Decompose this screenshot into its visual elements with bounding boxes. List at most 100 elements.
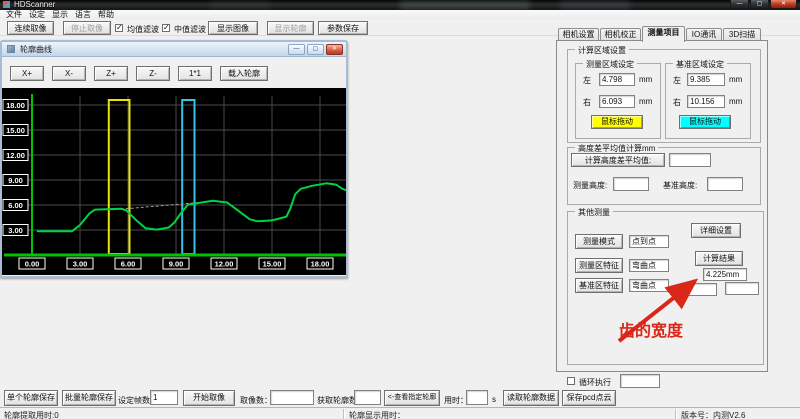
menu-help[interactable]: 帮助 <box>96 10 116 19</box>
view-specified-profile-button[interactable]: <-查看指定轮廓 <box>384 390 440 406</box>
profile-count-label: 获取轮廓数 <box>317 396 357 405</box>
profile-close-button[interactable]: ✕ <box>326 44 343 55</box>
measure-right-unit: mm <box>639 97 653 106</box>
reference-right-input[interactable] <box>687 95 725 108</box>
other-measure-group-title: 其他测量 <box>575 207 613 218</box>
frame-count-input[interactable] <box>150 390 178 405</box>
svg-text:18.00: 18.00 <box>311 260 330 269</box>
reference-left-input[interactable] <box>687 73 725 86</box>
capture-count-label: 取像数： <box>240 396 272 405</box>
svg-text:3.00: 3.00 <box>8 226 23 235</box>
measure-items-page: 计算区域设置 测量区域设定 左 mm 右 mm 鼠标拖动 基准区域设定 左 mm… <box>556 40 768 372</box>
svg-text:15.00: 15.00 <box>6 126 25 135</box>
maximize-button[interactable]: ▢ <box>750 0 769 9</box>
measure-drag-button[interactable]: 鼠标拖动 <box>591 115 643 129</box>
detail-settings-button[interactable]: 详细设置 <box>691 223 741 238</box>
measure-right-input[interactable] <box>599 95 635 108</box>
save-single-profile-button[interactable]: 单个轮廓保存 <box>4 390 58 406</box>
menu-bar: 文件 设定 显示 语言 帮助 <box>0 10 800 19</box>
save-params-button[interactable]: 参数保存 <box>318 21 368 35</box>
profile-count-field[interactable] <box>354 390 381 405</box>
x-plus-button[interactable]: X+ <box>10 66 44 81</box>
measure-region-group-title: 测量区域设定 <box>583 59 637 70</box>
menu-settings[interactable]: 设定 <box>27 10 47 19</box>
reference-drag-button[interactable]: 鼠标拖动 <box>679 115 731 129</box>
x-minus-button[interactable]: X- <box>52 66 86 81</box>
profile-curve-window: 轮廓曲线 — ▢ ✕ X+ X- Z+ Z- 1*1 载入轮廓 3.00 6.00… <box>0 40 348 278</box>
read-profile-data-button[interactable]: 读取轮廓数据 <box>503 390 559 406</box>
profile-window-titlebar[interactable]: 轮廓曲线 — ▢ ✕ <box>2 42 346 57</box>
start-capture-button[interactable]: 开始取像 <box>183 390 235 406</box>
status-version: 版本号：内测V2.6 <box>681 411 746 419</box>
status-display-time: 轮廓显示用时： <box>349 411 405 419</box>
svg-text:3.00: 3.00 <box>73 260 88 269</box>
reference-region-group-title: 基准区域设定 <box>673 59 727 70</box>
status-bar: 轮廓提取用时:0 轮廓显示用时： 版本号：内测V2.6 <box>0 407 800 419</box>
measure-height-field[interactable] <box>613 177 649 191</box>
load-profile-button[interactable]: 载入轮廓 <box>220 66 268 81</box>
measure-mode-button[interactable]: 测量模式 <box>575 234 623 249</box>
status-separator <box>343 409 344 419</box>
z-minus-button[interactable]: Z- <box>136 66 170 81</box>
elapsed-field[interactable] <box>466 390 488 405</box>
reference-left-unit: mm <box>729 75 743 84</box>
show-image-button[interactable]: 显示图像 <box>208 21 258 35</box>
measure-left-label: 左 <box>583 76 591 85</box>
continuous-capture-button[interactable]: 连续取像 <box>7 21 54 35</box>
titlebar-glass <box>210 0 270 10</box>
measure-left-input[interactable] <box>599 73 635 86</box>
close-button[interactable]: ✕ <box>770 0 797 9</box>
menu-file[interactable]: 文件 <box>4 10 24 19</box>
svg-text:6.00: 6.00 <box>121 260 136 269</box>
svg-text:0.00: 0.00 <box>25 260 40 269</box>
capture-count-field[interactable] <box>270 390 314 405</box>
loop-execute-field[interactable] <box>620 374 660 388</box>
median-filter-label: 中值滤波 <box>174 25 206 34</box>
window-controls: — ▢ ✕ <box>729 0 797 9</box>
profile-window-icon <box>7 45 15 53</box>
elapsed-label: 用时： <box>444 396 468 405</box>
svg-text:12.00: 12.00 <box>6 151 25 160</box>
minimize-button[interactable]: — <box>730 0 749 9</box>
annotation-tooth-width: 齿的宽度 <box>619 323 684 340</box>
result-extra-field-2[interactable] <box>725 282 759 295</box>
mean-filter-checkbox[interactable] <box>115 24 123 32</box>
show-profile-button[interactable]: 显示轮廓 <box>267 21 314 35</box>
reference-right-unit: mm <box>729 97 743 106</box>
tab-measure-items[interactable]: 测量项目 <box>642 26 685 42</box>
elapsed-unit: s <box>492 395 496 404</box>
reference-left-label: 左 <box>673 76 681 85</box>
menu-language[interactable]: 语言 <box>73 10 93 19</box>
frame-count-label: 设定帧数 <box>118 396 150 405</box>
profile-minimize-button[interactable]: — <box>288 44 305 55</box>
profile-maximize-button[interactable]: ▢ <box>307 44 324 55</box>
measure-right-label: 右 <box>583 98 591 107</box>
median-filter-checkbox[interactable] <box>162 24 170 32</box>
status-separator <box>675 409 676 419</box>
stop-capture-button[interactable]: 停止取像 <box>63 21 111 35</box>
measure-height-label: 测量高度: <box>573 181 608 190</box>
profile-chart[interactable]: 3.00 6.00 9.00 12.00 15.00 18.00 0.00 3.00 6.00 9… <box>2 88 346 275</box>
profile-window-title: 轮廓曲线 <box>20 45 52 54</box>
svg-text:9.00: 9.00 <box>169 260 184 269</box>
svg-text:18.00: 18.00 <box>6 101 25 110</box>
reference-height-field[interactable] <box>707 177 743 191</box>
loop-execute-checkbox[interactable] <box>567 377 575 385</box>
calc-height-diff-button[interactable]: 计算高度差平均值: <box>571 153 665 167</box>
save-batch-profile-button[interactable]: 批量轮廓保存 <box>62 390 116 406</box>
z-plus-button[interactable]: Z+ <box>94 66 128 81</box>
app-window: HDScanner — ▢ ✕ 文件 设定 显示 语言 帮助 连续取像 停止取像… <box>0 0 800 419</box>
calc-result-button[interactable]: 计算结果 <box>695 251 743 266</box>
app-titlebar: HDScanner — ▢ ✕ <box>0 0 800 10</box>
measure-mode-field[interactable] <box>629 235 669 248</box>
profile-chart-svg[interactable]: 3.00 6.00 9.00 12.00 15.00 18.00 0.00 3.00 6.00 9… <box>2 88 346 275</box>
one-to-one-button[interactable]: 1*1 <box>178 66 212 81</box>
measure-left-unit: mm <box>639 75 653 84</box>
titlebar-glass <box>560 0 630 10</box>
height-diff-value-field[interactable] <box>669 153 711 167</box>
save-pcd-button[interactable]: 保存pcd点云 <box>562 390 616 406</box>
app-title: HDScanner <box>14 0 56 9</box>
svg-text:12.00: 12.00 <box>215 260 234 269</box>
menu-display[interactable]: 显示 <box>50 10 70 19</box>
reference-right-label: 右 <box>673 98 681 107</box>
